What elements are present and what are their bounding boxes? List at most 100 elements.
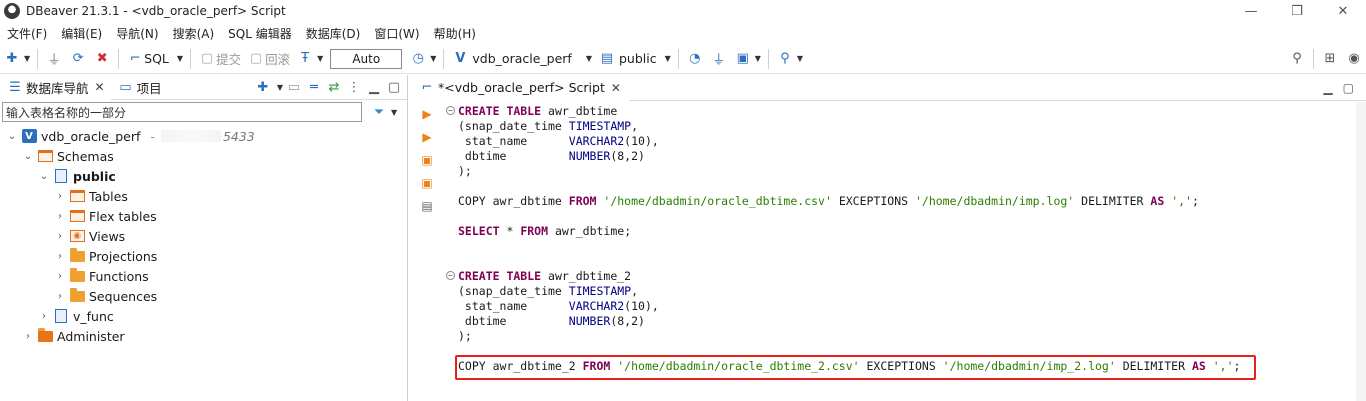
- more-options-icon[interactable]: ⋮: [345, 78, 363, 96]
- public-label: public: [73, 168, 116, 184]
- tab-projects-label: 项目: [136, 80, 162, 96]
- tree-node-schemas[interactable]: ⌄ Schemas: [0, 146, 407, 166]
- menu-window[interactable]: 窗口(W): [367, 25, 426, 42]
- schemas-icon: [37, 149, 53, 163]
- vertical-scrollbar[interactable]: [1356, 102, 1366, 401]
- dbeaver-logo-icon: ◉: [1348, 51, 1360, 66]
- maximize-editor-icon[interactable]: ▢: [1343, 81, 1354, 95]
- menu-navigate[interactable]: 导航(N): [109, 25, 165, 42]
- chevron-right-icon[interactable]: ›: [38, 311, 50, 322]
- commit-label: 提交: [216, 52, 242, 67]
- transaction-mode-button[interactable]: Ŧ ▼: [293, 47, 326, 71]
- tree-node-projections[interactable]: › Projections: [0, 246, 407, 266]
- chevron-down-icon[interactable]: ▼: [391, 108, 397, 117]
- chevron-down-icon: ▼: [754, 54, 761, 63]
- plugin-button[interactable]: ⏚: [707, 47, 731, 71]
- connect-button[interactable]: ⏚: [42, 47, 66, 71]
- dbeaver-logo-icon: [4, 3, 20, 19]
- tab-script[interactable]: ⌐ *<vdb_oracle_perf> Script ✕: [410, 74, 629, 101]
- collapse-all-icon[interactable]: ═: [305, 78, 323, 96]
- projections-label: Projections: [89, 248, 158, 264]
- search-button[interactable]: ⚲ ▼: [773, 47, 806, 71]
- transaction-mode-icon: Ŧ: [301, 51, 310, 66]
- link-editor-icon[interactable]: ⇄: [325, 78, 343, 96]
- tree-node-public[interactable]: ⌄ public: [0, 166, 407, 186]
- maximize-panel-icon[interactable]: ▢: [385, 78, 403, 96]
- table-filter-input[interactable]: 输入表格名称的一部分: [2, 102, 362, 122]
- disconnect-button[interactable]: ✖: [90, 47, 114, 71]
- chevron-down-icon[interactable]: ⌄: [38, 171, 50, 182]
- new-folder-icon[interactable]: ▭: [285, 78, 303, 96]
- execute-statement-icon[interactable]: ▶: [420, 107, 434, 121]
- commit-button[interactable]: ▢ 提交: [195, 47, 244, 71]
- perspective-dbeaver-button[interactable]: ◉: [1342, 47, 1366, 71]
- chevron-right-icon[interactable]: ›: [54, 191, 66, 202]
- tree-node-connection[interactable]: ⌄ V vdb_oracle_perf - 5433: [0, 126, 407, 146]
- chevron-right-icon[interactable]: ›: [54, 291, 66, 302]
- tree-node-sequences[interactable]: › Sequences: [0, 286, 407, 306]
- restore-button[interactable]: ❐: [1274, 0, 1320, 22]
- auto-commit-field[interactable]: Auto: [330, 48, 403, 69]
- tree-node-functions[interactable]: › Functions: [0, 266, 407, 286]
- chevron-down-icon[interactable]: ⌄: [22, 151, 34, 162]
- chevron-down-icon[interactable]: ▼: [277, 83, 283, 92]
- gauge-icon: ◔: [689, 51, 701, 66]
- tree-node-administer[interactable]: › Administer: [0, 326, 407, 346]
- fold-toggle-icon[interactable]: −: [446, 271, 455, 280]
- active-schema-selector[interactable]: ▤ public ▼: [595, 47, 674, 71]
- active-connection-selector[interactable]: V vdb_oracle_perf ▼: [448, 47, 595, 71]
- new-connection-icon[interactable]: ✚: [254, 78, 272, 96]
- plug-refresh-icon: ⟳: [72, 51, 84, 66]
- navigator-tools: ✚ ▼ ▭ ═ ⇄ ⋮ ▁ ▢: [254, 78, 407, 96]
- sql-label: SQL: [144, 51, 169, 66]
- tree-node-tables[interactable]: › Tables: [0, 186, 407, 206]
- rollback-button[interactable]: ▢ 回滚: [244, 47, 293, 71]
- chevron-down-icon: ▼: [585, 54, 592, 63]
- commit-icon: ▢: [200, 51, 214, 66]
- code-line: dbtime NUMBER(8,2): [458, 149, 645, 163]
- menu-database[interactable]: 数据库(D): [299, 25, 368, 42]
- perspective-open-button[interactable]: ⊞: [1318, 47, 1342, 71]
- code-line: CREATE TABLE awr_dbtime: [458, 104, 618, 118]
- minimize-editor-icon[interactable]: ▁: [1323, 81, 1332, 95]
- chevron-right-icon[interactable]: ›: [54, 211, 66, 222]
- tree-node-views[interactable]: › ◉ Views: [0, 226, 407, 246]
- sql-editor-button[interactable]: ⌐ SQL ▼: [123, 47, 186, 71]
- minimize-panel-icon[interactable]: ▁: [365, 78, 383, 96]
- new-connection-button[interactable]: ✚ ▼: [0, 47, 33, 71]
- menu-sql-editor[interactable]: SQL 编辑器: [221, 25, 299, 42]
- code-line: (snap_date_time TIMESTAMP,: [458, 284, 639, 298]
- tree-node-flex-tables[interactable]: › Flex tables: [0, 206, 407, 226]
- chevron-down-icon[interactable]: ⌄: [6, 131, 18, 142]
- chevron-right-icon[interactable]: ›: [54, 251, 66, 262]
- code-line: stat_name VARCHAR2(10),: [458, 134, 659, 148]
- minimize-button[interactable]: —: [1228, 0, 1274, 22]
- chevron-right-icon[interactable]: ›: [22, 331, 34, 342]
- close-button[interactable]: ✕: [1320, 0, 1366, 22]
- menu-edit[interactable]: 编辑(E): [54, 25, 109, 42]
- fold-toggle-icon[interactable]: −: [446, 106, 455, 115]
- chevron-right-icon[interactable]: ›: [54, 271, 66, 282]
- execute-in-new-tab-icon[interactable]: ▶: [420, 130, 434, 144]
- dashboard-button[interactable]: ◔: [683, 47, 707, 71]
- explain-plan-icon[interactable]: ▤: [420, 199, 434, 213]
- folder-icon: [69, 267, 85, 283]
- sequences-label: Sequences: [89, 288, 158, 304]
- history-button[interactable]: ◷ ▼: [406, 47, 439, 71]
- tab-database-navigator[interactable]: ☰ 数据库导航 ✕: [0, 74, 111, 100]
- filter-icon[interactable]: ⏷: [370, 103, 388, 121]
- reconnect-button[interactable]: ⟳: [66, 47, 90, 71]
- tree-node-v-func[interactable]: › v_func: [0, 306, 407, 326]
- tools-button[interactable]: ▣ ▼: [731, 47, 764, 71]
- global-search-button[interactable]: ⚲: [1285, 47, 1309, 71]
- menu-help[interactable]: 帮助(H): [427, 25, 483, 42]
- close-icon[interactable]: ✕: [95, 80, 105, 94]
- menu-file[interactable]: 文件(F): [0, 25, 54, 42]
- execute-script-icon[interactable]: ▣: [420, 153, 434, 167]
- close-icon[interactable]: ✕: [611, 81, 621, 95]
- filter-row: 输入表格名称的一部分 ⏷ ▼: [0, 101, 407, 123]
- menu-search[interactable]: 搜索(A): [166, 25, 222, 42]
- chevron-right-icon[interactable]: ›: [54, 231, 66, 242]
- execute-script-new-tab-icon[interactable]: ▣: [420, 176, 434, 190]
- tab-projects[interactable]: ▭ 项目: [111, 75, 168, 100]
